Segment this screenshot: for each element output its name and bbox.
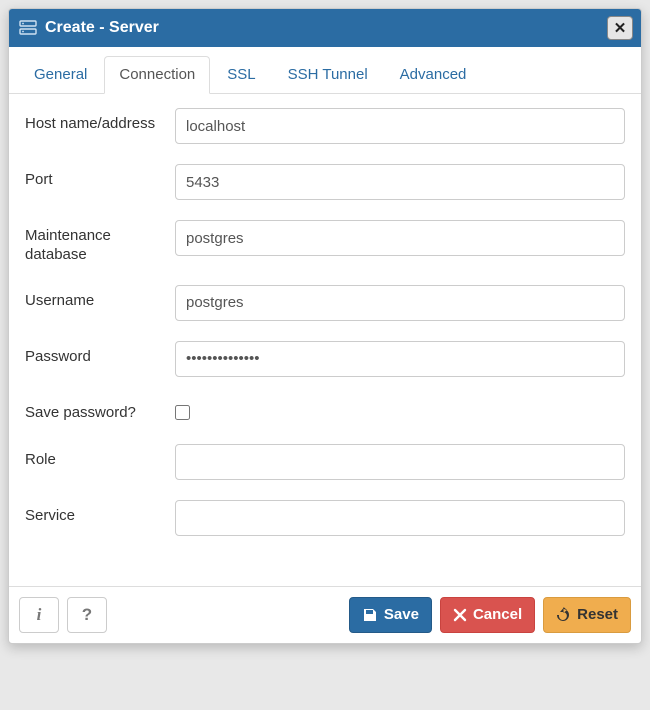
savepw-checkbox[interactable]	[175, 405, 190, 420]
tab-ssh-tunnel[interactable]: SSH Tunnel	[273, 56, 383, 94]
host-label: Host name/address	[25, 108, 175, 134]
role-label: Role	[25, 444, 175, 470]
username-label: Username	[25, 285, 175, 311]
tab-general[interactable]: General	[19, 56, 102, 94]
server-icon	[19, 19, 37, 37]
reset-button[interactable]: Reset	[543, 597, 631, 633]
row-service: Service	[25, 500, 625, 536]
tab-ssl[interactable]: SSL	[212, 56, 270, 94]
row-savepw: Save password?	[25, 397, 625, 424]
port-input[interactable]	[175, 164, 625, 200]
savepw-label: Save password?	[25, 397, 175, 423]
reset-icon	[556, 607, 571, 622]
row-maintdb: Maintenance database	[25, 220, 625, 265]
create-server-dialog: Create - Server ✕ General Connection SSL…	[8, 8, 642, 644]
titlebar: Create - Server ✕	[9, 9, 641, 47]
cancel-button[interactable]: Cancel	[440, 597, 535, 633]
row-username: Username	[25, 285, 625, 321]
port-label: Port	[25, 164, 175, 190]
save-label: Save	[384, 606, 419, 623]
connection-form: Host name/address Port Maintenance datab…	[9, 94, 641, 586]
close-button[interactable]: ✕	[607, 16, 633, 40]
cancel-label: Cancel	[473, 606, 522, 623]
service-label: Service	[25, 500, 175, 526]
reset-label: Reset	[577, 606, 618, 623]
row-password: Password	[25, 341, 625, 377]
host-input[interactable]	[175, 108, 625, 144]
row-port: Port	[25, 164, 625, 200]
tabs: General Connection SSL SSH Tunnel Advanc…	[9, 47, 641, 94]
row-host: Host name/address	[25, 108, 625, 144]
dialog-footer: i ? Save Cancel Reset	[9, 586, 641, 643]
maintdb-label: Maintenance database	[25, 220, 175, 265]
password-input[interactable]	[175, 341, 625, 377]
maintdb-input[interactable]	[175, 220, 625, 256]
service-input[interactable]	[175, 500, 625, 536]
username-input[interactable]	[175, 285, 625, 321]
save-button[interactable]: Save	[349, 597, 432, 633]
password-label: Password	[25, 341, 175, 367]
help-button[interactable]: ?	[67, 597, 107, 633]
close-icon: ✕	[614, 19, 627, 37]
cancel-icon	[453, 608, 467, 622]
help-icon: ?	[82, 605, 92, 625]
save-icon	[362, 607, 378, 623]
info-icon: i	[37, 605, 42, 625]
info-button[interactable]: i	[19, 597, 59, 633]
tab-advanced[interactable]: Advanced	[385, 56, 482, 94]
row-role: Role	[25, 444, 625, 480]
dialog-title: Create - Server	[45, 19, 607, 37]
role-input[interactable]	[175, 444, 625, 480]
tab-connection[interactable]: Connection	[104, 56, 210, 94]
